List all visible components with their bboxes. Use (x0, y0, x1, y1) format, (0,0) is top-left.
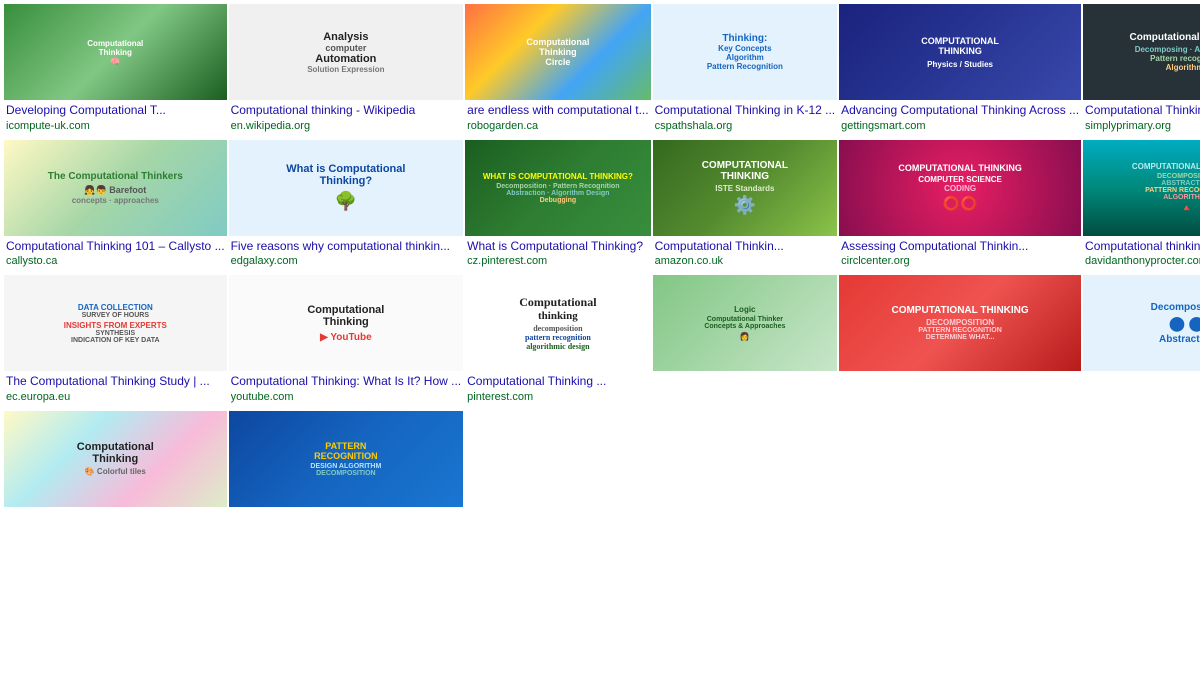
image-grid: ComputationalThinking🧠 Developing Comput… (0, 0, 1200, 521)
card-r2c3-title: Five reasons why computational thinkin..… (231, 239, 462, 255)
card-r4c3-info (1083, 371, 1200, 381)
card-r3c3-info: The Computational Thinking Study | ... e… (4, 371, 227, 409)
card-r3c5-info: Computational Thinking ... pinterest.com (465, 371, 650, 409)
card-r1c4[interactable]: Thinking: Key Concepts Algorithm Pattern… (653, 4, 838, 138)
card-r1c5-title: Advancing Computational Thinking Across … (841, 103, 1079, 119)
card-r1c2[interactable]: Analysis computer Automation Solution Ex… (229, 4, 464, 138)
card-r3c4-title: Computational Thinking: What Is It? How … (231, 374, 462, 390)
card-r3c1-title: Assessing Computational Thinkin... (841, 239, 1079, 255)
card-r2c1-info: Computational Thinking ... simplyprimary… (1083, 100, 1200, 138)
card-r3c5-domain: pinterest.com (467, 391, 648, 403)
card-r3c4[interactable]: Computational Thinking ▶ YouTube Computa… (229, 275, 464, 409)
card-r4c1-info (653, 371, 838, 381)
card-r2c2-info: Computational Thinking 101 – Callysto ..… (4, 236, 227, 274)
card-r3c2-domain: davidanthonyprocter.com (1085, 255, 1200, 267)
card-r2c3[interactable]: What is Computational Thinking? 🌳 Five r… (229, 140, 464, 274)
card-r3c4-domain: youtube.com (231, 391, 462, 403)
card-r2c4-domain: cz.pinterest.com (467, 255, 648, 267)
card-r3c5-title: Computational Thinking ... (467, 374, 648, 390)
card-r1c1-title: Developing Computational T... (6, 103, 225, 119)
card-r1c2-info: Computational thinking - Wikipedia en.wi… (229, 100, 464, 138)
card-r2c2-domain: callysto.ca (6, 255, 225, 267)
card-r3c2[interactable]: COMPUTATIONAL THINKING DECOMPOSITION ABS… (1083, 140, 1200, 274)
card-r1c5-info: Advancing Computational Thinking Across … (839, 100, 1081, 138)
card-r2c3-info: Five reasons why computational thinkin..… (229, 236, 464, 274)
card-r2c1[interactable]: Computational Thinking Decomposing · Abs… (1083, 4, 1200, 138)
card-r1c5-domain: gettingsmart.com (841, 120, 1079, 132)
card-r3c5[interactable]: Computational thinking decomposition pat… (465, 275, 650, 409)
card-r2c2[interactable]: The Computational Thinkers 👧👦 Barefoot c… (4, 140, 227, 274)
card-r2c2-title: Computational Thinking 101 – Callysto ..… (6, 239, 225, 255)
card-r1c4-title: Computational Thinking in K-12 ... (655, 103, 836, 119)
card-r2c5-domain: amazon.co.uk (655, 255, 836, 267)
card-r1c1-domain: icompute-uk.com (6, 120, 225, 132)
card-r4c5-info (229, 507, 464, 517)
card-r3c2-info: Computational thinking – some nice ... d… (1083, 236, 1200, 274)
card-r1c1-info: Developing Computational T... icompute-u… (4, 100, 227, 138)
card-r4c4[interactable]: Computational Thinking 🎨 Colorful tiles (4, 411, 227, 517)
card-r2c4-info: What is Computational Thinking? cz.pinte… (465, 236, 650, 274)
card-r4c2-info (839, 371, 1081, 381)
card-r3c3-domain: ec.europa.eu (6, 391, 225, 403)
card-r3c2-title: Computational thinking – some nice ... (1085, 239, 1200, 255)
card-r1c4-info: Computational Thinking in K-12 ... cspat… (653, 100, 838, 138)
card-r1c5[interactable]: COMPUTATIONAL THINKING Physics / Studies… (839, 4, 1081, 138)
card-r1c3-info: are endless with computational t... robo… (465, 100, 650, 138)
card-r1c3-title: are endless with computational t... (467, 103, 648, 119)
card-r1c4-domain: cspathshala.org (655, 120, 836, 132)
card-r1c2-domain: en.wikipedia.org (231, 120, 462, 132)
card-r3c1-domain: circlcenter.org (841, 255, 1079, 267)
card-r2c5-info: Computational Thinkin... amazon.co.uk (653, 236, 838, 274)
card-r3c4-info: Computational Thinking: What Is It? How … (229, 371, 464, 409)
card-r3c3-title: The Computational Thinking Study | ... (6, 374, 225, 390)
card-r2c5-title: Computational Thinkin... (655, 239, 836, 255)
card-r3c3[interactable]: DATA COLLECTION SURVEY OF HOURS INSIGHTS… (4, 275, 227, 409)
card-r1c3[interactable]: ComputationalThinkingCircle are endless … (465, 4, 650, 138)
card-r4c5[interactable]: PATTERN RECOGNITION DESIGN ALGORITHM DEC… (229, 411, 464, 517)
card-r2c4[interactable]: WHAT IS COMPUTATIONAL THINKING? Decompos… (465, 140, 650, 274)
card-r4c1[interactable]: Logic Computational Thinker Concepts & A… (653, 275, 838, 409)
card-r2c3-domain: edgalaxy.com (231, 255, 462, 267)
card-r2c5[interactable]: COMPUTATIONAL THINKING ISTE Standards ⚙️… (653, 140, 838, 274)
card-r4c3[interactable]: Decomposition ⬤ ⬤ Abstraction (1083, 275, 1200, 409)
card-r1c2-title: Computational thinking - Wikipedia (231, 103, 462, 119)
card-r2c1-title: Computational Thinking ... (1085, 103, 1200, 119)
card-r3c1[interactable]: COMPUTATIONAL THINKING COMPUTER SCIENCE … (839, 140, 1081, 274)
card-r4c4-info (4, 507, 227, 517)
card-r2c1-domain: simplyprimary.org (1085, 120, 1200, 132)
card-r4c2[interactable]: COMPUTATIONAL THINKING DECOMPOSITION PAT… (839, 275, 1081, 409)
card-r2c4-title: What is Computational Thinking? (467, 239, 648, 255)
card-r3c1-info: Assessing Computational Thinkin... circl… (839, 236, 1081, 274)
card-r1c1[interactable]: ComputationalThinking🧠 Developing Comput… (4, 4, 227, 138)
card-r1c3-domain: robogarden.ca (467, 120, 648, 132)
